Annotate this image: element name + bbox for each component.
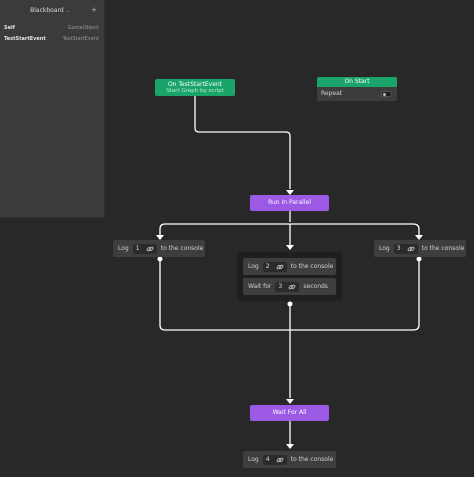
log-suffix: to the console: [290, 456, 334, 463]
log-node[interactable]: Log 2 to the console: [243, 258, 336, 275]
toggle-knob: [383, 93, 386, 96]
on-test-start-event-node[interactable]: On TestStartEvent Start Graph by script: [155, 79, 235, 96]
node-title: On Start: [317, 77, 397, 87]
log-prefix: Log: [248, 456, 259, 463]
link-icon[interactable]: [146, 245, 154, 253]
wait-suffix: seconds: [303, 283, 328, 290]
log-value-field[interactable]: 4: [262, 454, 287, 465]
field-value: 3: [278, 283, 283, 290]
blackboard-variable[interactable]: Self GameObject: [4, 25, 99, 31]
variable-name: Self: [4, 25, 15, 31]
variable-type: TestStartEvent: [62, 36, 99, 42]
wait-for-all-node[interactable]: Wait For All: [250, 405, 329, 421]
log-prefix: Log: [248, 263, 259, 270]
log-suffix: to the console: [160, 245, 204, 252]
on-start-node[interactable]: On Start Repeat: [317, 77, 397, 101]
log-suffix: to the console: [421, 245, 465, 252]
field-value: 2: [265, 263, 270, 270]
log-value-field[interactable]: 3: [393, 243, 418, 254]
variable-name: TestStartEvent: [4, 36, 46, 42]
port-log1-out: [157, 256, 163, 262]
link-icon[interactable]: [288, 283, 296, 291]
node-title: Wait For All: [272, 409, 307, 416]
wait-node[interactable]: Wait for 3 seconds: [243, 278, 336, 295]
blackboard-title: Blackboard: [30, 7, 64, 14]
field-value: 3: [396, 245, 401, 252]
node-subtitle: Start Graph by script: [166, 88, 224, 94]
repeat-toggle[interactable]: [381, 91, 392, 97]
wait-prefix: Wait for: [248, 283, 272, 290]
log-node[interactable]: Log 4 to the console: [243, 451, 336, 468]
arrow-waitall: [286, 399, 294, 404]
log-prefix: Log: [118, 245, 129, 252]
blackboard-panel[interactable]: Blackboard ⌄ + Self GameObject TestStartE…: [0, 0, 105, 218]
repeat-label: Repeat: [321, 90, 343, 97]
node-title: On TestStartEvent: [167, 81, 223, 88]
wait-seconds-field[interactable]: 3: [275, 281, 300, 292]
blackboard-variable[interactable]: TestStartEvent TestStartEvent: [4, 36, 99, 42]
edge-event-to-parallel: [194, 96, 291, 189]
log-node[interactable]: Log 3 to the console: [374, 240, 466, 257]
link-icon[interactable]: [276, 456, 284, 464]
log-suffix: to the console: [290, 263, 334, 270]
arrow-log4: [286, 444, 294, 449]
chevron-down-icon[interactable]: ⌄: [66, 8, 70, 14]
link-icon[interactable]: [407, 245, 415, 253]
log-node[interactable]: Log 1 to the console: [113, 240, 205, 257]
add-variable-icon[interactable]: +: [91, 6, 97, 14]
log-value-field[interactable]: 1: [132, 243, 157, 254]
blackboard-header[interactable]: Blackboard ⌄: [0, 7, 100, 14]
port-group-out: [287, 301, 293, 307]
log-prefix: Log: [379, 245, 390, 252]
field-value: 4: [265, 456, 270, 463]
link-icon[interactable]: [276, 263, 284, 271]
field-value: 1: [135, 245, 140, 252]
arrow-group: [286, 245, 294, 250]
log-value-field[interactable]: 2: [262, 261, 287, 272]
node-title: Run In Parallel: [268, 199, 311, 206]
variable-type: GameObject: [67, 25, 99, 31]
run-in-parallel-node[interactable]: Run In Parallel: [250, 195, 329, 211]
port-log3-out: [416, 256, 422, 262]
